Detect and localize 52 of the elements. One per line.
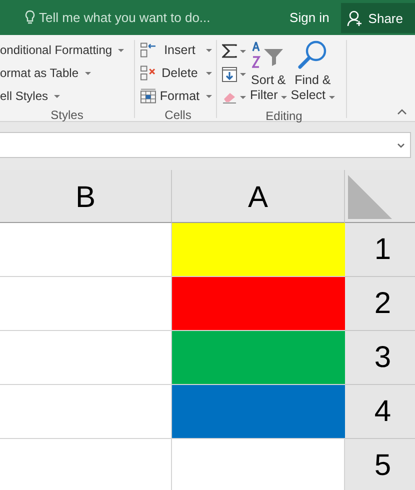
filled-cell[interactable] — [172, 385, 345, 439]
filled-cell[interactable] — [172, 277, 345, 331]
caret-icon — [84, 72, 90, 74]
autosum-button[interactable] — [222, 41, 246, 61]
group-label: Styles — [50, 107, 84, 122]
caret-icon — [54, 94, 60, 98]
row-header[interactable]: 3 — [345, 331, 415, 385]
find-select-button[interactable]: Find & Select — [290, 40, 335, 107]
caret-icon — [240, 50, 246, 52]
sort-filter-button[interactable]: Sort & Filter — [250, 40, 287, 107]
group-label: Cells — [164, 107, 192, 122]
caret-icon — [206, 94, 212, 98]
caret-icon — [206, 72, 212, 74]
sort-filter-icon — [252, 40, 284, 70]
column-header[interactable]: A — [172, 170, 345, 223]
row-header[interactable]: 1 — [345, 223, 415, 277]
lightbulb-icon — [25, 10, 35, 25]
filled-cell[interactable] — [172, 331, 345, 385]
triangle-icon — [348, 175, 392, 219]
caret-icon — [206, 48, 212, 52]
share-button[interactable]: Share — [341, 3, 415, 33]
eraser-icon — [222, 90, 237, 104]
sigma-icon — [222, 44, 237, 58]
row-header[interactable]: 2 — [345, 277, 415, 331]
format-cells-icon — [140, 88, 156, 104]
style-menu-button[interactable]: ell Styles — [0, 86, 134, 106]
insert-cells-icon — [140, 42, 156, 58]
chevron-icon — [397, 142, 405, 148]
formula-bar[interactable] — [0, 132, 411, 158]
delete-cells-icon — [140, 65, 156, 81]
row-header[interactable]: 4 — [345, 385, 415, 439]
caret-icon — [240, 96, 246, 98]
collapse-icon[interactable] — [397, 109, 407, 115]
cells-menu-button[interactable]: Insert — [140, 40, 216, 60]
style-menu-button[interactable]: onditional Formatting — [0, 40, 134, 60]
person-add-icon — [347, 10, 364, 26]
caret-icon — [280, 96, 287, 99]
filled-cell[interactable] — [172, 223, 345, 277]
fill-button[interactable] — [222, 64, 246, 84]
column-header[interactable]: B — [0, 170, 172, 223]
caret-icon — [240, 72, 246, 76]
caret-icon — [328, 96, 335, 99]
caret-icon — [118, 48, 124, 52]
select-all-button[interactable] — [345, 170, 415, 223]
cells-menu-button[interactable]: Format — [140, 86, 216, 106]
magnifier-icon — [298, 40, 328, 70]
style-menu-button[interactable]: ormat as Table — [0, 63, 134, 83]
search-field[interactable]: Tell me what you want to do... — [39, 10, 239, 25]
cells-menu-button[interactable]: Delete — [140, 63, 216, 83]
sign-in-link[interactable]: Sign in — [286, 8, 334, 27]
row-header[interactable]: 5 — [345, 439, 415, 490]
group-label: Editing — [264, 108, 304, 123]
